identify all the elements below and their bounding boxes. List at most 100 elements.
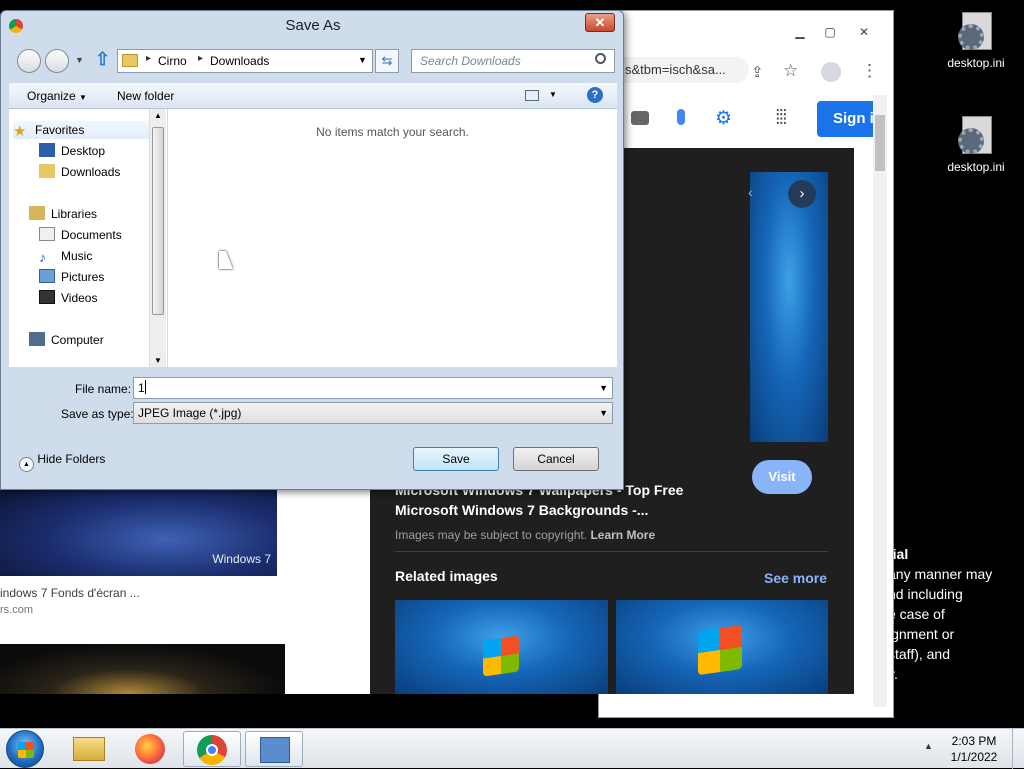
save-type-select[interactable]: JPEG Image (*.jpg) ▼ bbox=[133, 402, 613, 424]
breadcrumb[interactable]: ▸ Cirno ▸ Downloads ▼ bbox=[117, 49, 373, 73]
file-list[interactable]: No items match your search. bbox=[168, 109, 617, 367]
minimize-button[interactable]: ▁ bbox=[791, 25, 809, 39]
see-more-link[interactable]: See more bbox=[764, 570, 827, 586]
clock[interactable]: 2:03 PM 1/1/2022 bbox=[946, 733, 1002, 765]
up-folder-button[interactable]: ⇧ bbox=[95, 49, 110, 70]
forward-button[interactable] bbox=[45, 49, 69, 73]
scroll-up-icon[interactable]: ▲ bbox=[154, 111, 162, 120]
nav-computer[interactable]: Computer bbox=[29, 331, 104, 349]
windows-logo-icon bbox=[18, 742, 34, 758]
breadcrumb-item[interactable]: Cirno bbox=[158, 54, 187, 68]
breadcrumb-separator: ▸ bbox=[146, 53, 152, 64]
taskbar-control-panel[interactable] bbox=[245, 731, 303, 767]
recent-locations-icon[interactable]: ▼ bbox=[75, 55, 84, 65]
chevron-down-icon[interactable]: ▼ bbox=[599, 378, 608, 398]
chevron-down-icon[interactable]: ▼ bbox=[358, 55, 367, 65]
page-scrollbar-thumb[interactable] bbox=[875, 115, 885, 171]
folder-icon bbox=[122, 54, 138, 67]
command-bar: Organize ▼ New folder ▼ ? bbox=[9, 83, 617, 109]
empty-message: No items match your search. bbox=[316, 125, 469, 139]
preview-image[interactable] bbox=[750, 172, 828, 442]
nav-music[interactable]: ♪ Music bbox=[39, 247, 92, 265]
related-images-title: Related images bbox=[395, 568, 498, 584]
prev-image-button[interactable]: ‹ bbox=[748, 184, 753, 200]
microphone-icon[interactable] bbox=[677, 109, 685, 125]
scroll-down-icon[interactable]: ▼ bbox=[154, 356, 162, 365]
new-folder-button[interactable]: New folder bbox=[117, 89, 174, 103]
file-name-input[interactable]: 1 ▼ bbox=[133, 377, 613, 399]
related-image[interactable] bbox=[616, 600, 828, 694]
share-icon[interactable]: ⇪ bbox=[751, 63, 764, 81]
dialog-close-button[interactable]: ✕ bbox=[585, 13, 615, 32]
videos-icon bbox=[39, 290, 55, 304]
nav-downloads[interactable]: Downloads bbox=[39, 163, 120, 181]
nav-label: Documents bbox=[61, 228, 122, 242]
result-caption[interactable]: indows 7 Fonds d'écran ... bbox=[0, 586, 140, 600]
bookmark-star-icon[interactable]: ☆ bbox=[783, 61, 798, 81]
chrome-menu-icon[interactable]: ⋮ bbox=[861, 61, 878, 81]
start-button[interactable] bbox=[6, 730, 44, 768]
control-panel-icon bbox=[260, 737, 290, 763]
refresh-button[interactable]: ⇆ bbox=[375, 49, 399, 73]
file-name-label: File name: bbox=[75, 382, 132, 396]
chrome-titlebar bbox=[599, 11, 893, 53]
maximize-button[interactable]: ▢ bbox=[821, 25, 839, 39]
show-desktop-button[interactable] bbox=[1012, 729, 1024, 769]
apps-grid-icon[interactable]: ⁞⁞⁞ bbox=[775, 107, 788, 130]
taskbar-firefox[interactable] bbox=[122, 731, 180, 767]
folder-icon bbox=[73, 737, 105, 761]
profile-avatar[interactable] bbox=[821, 62, 841, 82]
related-image[interactable] bbox=[395, 600, 608, 694]
nav-videos[interactable]: Videos bbox=[39, 289, 97, 307]
desktop-icon-2[interactable]: desktop.ini bbox=[936, 116, 1016, 174]
help-icon[interactable]: ? bbox=[587, 87, 603, 103]
organize-button[interactable]: Organize ▼ bbox=[27, 89, 87, 103]
save-button[interactable]: Save bbox=[413, 447, 499, 471]
desktop-icon bbox=[39, 143, 55, 157]
article-line: tial bbox=[888, 546, 909, 562]
nav-documents[interactable]: Documents bbox=[39, 226, 122, 244]
taskbar-chrome[interactable] bbox=[183, 731, 241, 767]
dialog-title: Save As bbox=[285, 17, 341, 34]
thumbnail-label: Windows 7 bbox=[212, 552, 271, 566]
nav-label: Desktop bbox=[61, 144, 106, 158]
close-button[interactable]: ✕ bbox=[855, 25, 873, 39]
nav-label: Music bbox=[61, 249, 93, 263]
search-input[interactable]: Search Downloads bbox=[411, 49, 615, 73]
nav-libraries[interactable]: Libraries bbox=[29, 205, 97, 223]
breadcrumb-separator: ▸ bbox=[198, 53, 204, 64]
desktop-icon-1[interactable]: desktop.ini bbox=[936, 12, 1016, 70]
nav-pictures[interactable]: Pictures bbox=[39, 268, 104, 286]
nav-desktop[interactable]: Desktop bbox=[39, 142, 105, 160]
windows-logo-icon bbox=[698, 624, 742, 676]
camera-icon[interactable] bbox=[631, 111, 649, 125]
search-icon bbox=[595, 53, 606, 64]
result-title-line: Microsoft Windows 7 Backgrounds -... bbox=[395, 502, 649, 518]
desktop-icon-label: desktop.ini bbox=[947, 160, 1005, 174]
back-button[interactable] bbox=[17, 49, 41, 73]
clock-time: 2:03 PM bbox=[951, 734, 997, 748]
firefox-icon bbox=[135, 734, 165, 764]
taskbar-explorer[interactable] bbox=[60, 731, 118, 767]
chevron-down-icon[interactable]: ▼ bbox=[599, 403, 608, 423]
visit-button[interactable]: Visit bbox=[752, 460, 812, 494]
chevron-down-icon[interactable]: ▼ bbox=[549, 90, 557, 99]
cancel-button[interactable]: Cancel bbox=[513, 447, 599, 471]
breadcrumb-item[interactable]: Downloads bbox=[210, 54, 269, 68]
address-text: s&tbm=isch&sa... bbox=[625, 62, 726, 77]
show-hidden-icons-button[interactable]: ▲ bbox=[924, 741, 933, 751]
result-source: rs.com bbox=[0, 604, 33, 616]
search-settings-icon[interactable]: ⚙ bbox=[715, 107, 732, 130]
view-options-icon[interactable] bbox=[525, 90, 539, 101]
divider bbox=[395, 551, 828, 552]
result-thumbnail[interactable] bbox=[0, 644, 285, 694]
nav-scrollbar-thumb[interactable] bbox=[152, 127, 164, 315]
nav-scrollbar[interactable]: ▲ ▼ bbox=[149, 109, 166, 367]
page-scrollbar[interactable] bbox=[873, 95, 887, 707]
next-image-button[interactable]: › bbox=[788, 180, 816, 208]
nav-favorites[interactable]: ★ Favorites bbox=[13, 121, 153, 140]
hide-folders-button[interactable]: ▲ Hide Folders bbox=[19, 452, 105, 472]
learn-more-link[interactable]: Learn More bbox=[590, 528, 655, 542]
result-thumbnail[interactable]: Windows 7 bbox=[0, 484, 277, 576]
save-type-value: JPEG Image (*.jpg) bbox=[138, 406, 242, 420]
